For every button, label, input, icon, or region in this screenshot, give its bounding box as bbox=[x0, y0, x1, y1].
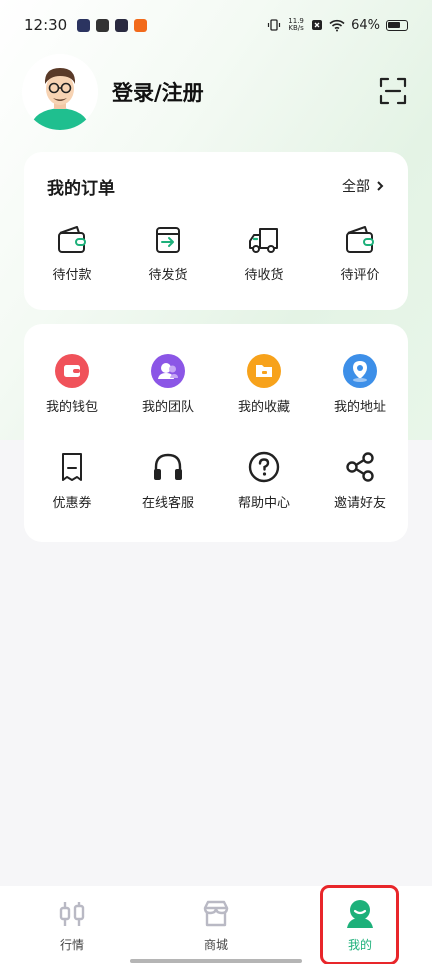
order-label: 待收货 bbox=[244, 268, 284, 283]
tab-label: 行情 bbox=[59, 938, 84, 952]
tab-label: 商城 bbox=[203, 938, 228, 952]
app-notification-icon bbox=[77, 18, 91, 32]
highlight-annotation bbox=[320, 885, 399, 964]
status-left: 12:30 bbox=[24, 16, 148, 34]
wallet-icon bbox=[55, 354, 89, 388]
truck-icon bbox=[249, 228, 278, 253]
order-pending-review[interactable]: 待评价 bbox=[312, 224, 408, 283]
battery-percent: 64% bbox=[351, 17, 380, 33]
help-icon bbox=[248, 451, 280, 483]
scan-icon[interactable] bbox=[378, 76, 408, 106]
services-card: 我的钱包 我的团队 我的收藏 我的地址 优惠券 在线客服 帮助中心 邀请好友 bbox=[24, 324, 408, 542]
coupon-icon bbox=[62, 453, 82, 481]
home-indicator bbox=[130, 959, 302, 963]
wallet-review-icon bbox=[346, 226, 374, 253]
app-notification-icon bbox=[96, 18, 110, 32]
no-sim-icon bbox=[312, 20, 323, 30]
help-center-item[interactable]: 帮助中心 bbox=[216, 450, 312, 511]
my-address-item[interactable]: 我的地址 bbox=[312, 354, 408, 415]
services-row-2: 优惠券 在线客服 帮助中心 邀请好友 bbox=[24, 450, 408, 511]
folder-icon bbox=[247, 354, 281, 388]
profile-header[interactable]: 登录/注册 bbox=[22, 54, 204, 130]
tab-market[interactable]: 行情 bbox=[0, 886, 144, 964]
market-icon bbox=[59, 902, 85, 926]
tab-shop[interactable]: 商城 bbox=[144, 886, 288, 964]
service-label: 我的团队 bbox=[141, 400, 194, 415]
order-label: 待评价 bbox=[340, 268, 380, 283]
invite-friends-item[interactable]: 邀请好友 bbox=[312, 450, 408, 511]
location-icon bbox=[343, 354, 377, 388]
order-label: 待付款 bbox=[52, 268, 92, 283]
order-label: 待发货 bbox=[148, 268, 188, 283]
service-label: 帮助中心 bbox=[237, 496, 290, 511]
share-icon bbox=[346, 452, 374, 482]
vibrate-icon bbox=[267, 19, 281, 31]
avatar[interactable] bbox=[22, 54, 98, 130]
network-speed: 11.9 KB/s bbox=[287, 18, 305, 32]
service-label: 优惠券 bbox=[52, 496, 92, 511]
my-wallet-item[interactable]: 我的钱包 bbox=[24, 354, 120, 415]
wallet-icon bbox=[58, 226, 86, 253]
online-support-item[interactable]: 在线客服 bbox=[120, 450, 216, 511]
avatar-illustration bbox=[22, 54, 98, 130]
orders-row: 待付款 待发货 待收货 待评价 bbox=[24, 224, 408, 283]
status-time: 12:30 bbox=[24, 16, 68, 34]
orders-title: 我的订单 bbox=[47, 179, 115, 199]
order-pending-receipt[interactable]: 待收货 bbox=[216, 224, 312, 283]
service-label: 我的地址 bbox=[333, 400, 386, 415]
service-label: 邀请好友 bbox=[333, 496, 386, 511]
box-arrow-icon bbox=[156, 227, 180, 253]
battery-icon bbox=[386, 19, 408, 31]
headset-icon bbox=[154, 453, 182, 480]
service-label: 我的收藏 bbox=[237, 400, 290, 415]
mail-icon bbox=[115, 18, 129, 32]
status-right: 11.9 KB/s 64% bbox=[267, 18, 408, 33]
order-pending-shipment[interactable]: 待发货 bbox=[120, 224, 216, 283]
my-team-item[interactable]: 我的团队 bbox=[120, 354, 216, 415]
orders-card: 我的订单 全部 待付款 待发货 待收货 待评价 bbox=[24, 152, 408, 310]
shop-icon bbox=[203, 900, 229, 927]
chevron-right-icon bbox=[377, 181, 384, 191]
team-icon bbox=[151, 354, 185, 388]
service-label: 在线客服 bbox=[141, 496, 194, 511]
status-bar: 12:30 11.9 KB/s 64% bbox=[0, 0, 432, 50]
coupons-item[interactable]: 优惠券 bbox=[24, 450, 120, 511]
order-pending-payment[interactable]: 待付款 bbox=[24, 224, 120, 283]
services-row-1: 我的钱包 我的团队 我的收藏 我的地址 bbox=[24, 354, 408, 415]
orders-view-all-label: 全部 bbox=[342, 179, 370, 195]
orders-view-all-link[interactable]: 全部 bbox=[342, 176, 384, 196]
my-favorites-item[interactable]: 我的收藏 bbox=[216, 354, 312, 415]
wifi-icon bbox=[329, 19, 345, 31]
service-label: 我的钱包 bbox=[45, 400, 98, 415]
login-register-link[interactable]: 登录/注册 bbox=[112, 77, 204, 107]
network-speed-unit: KB/s bbox=[288, 24, 304, 32]
app-notification-icon bbox=[134, 18, 148, 32]
